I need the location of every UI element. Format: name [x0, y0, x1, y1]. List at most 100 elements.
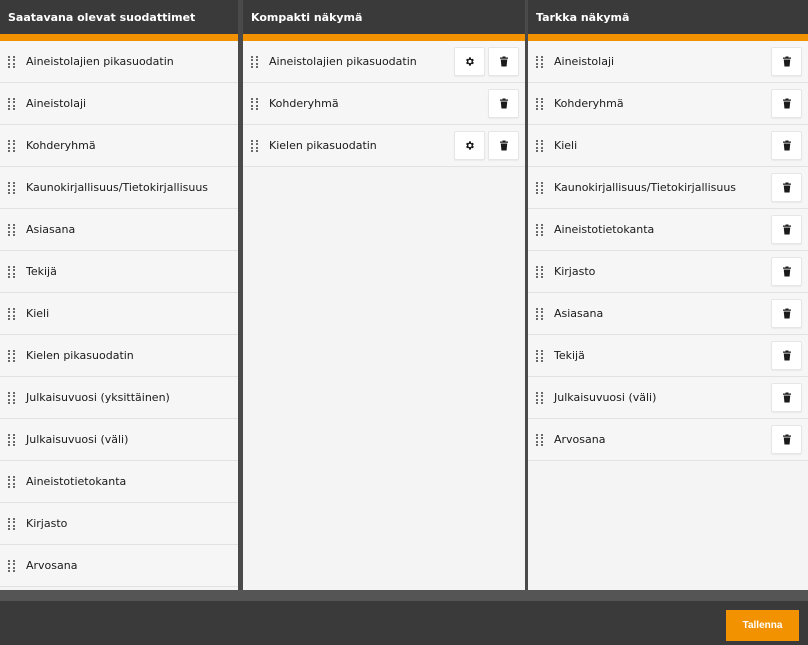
available-filters-header: Saatavana olevat suodattimet — [0, 0, 238, 41]
filter-item[interactable]: Julkaisuvuosi (väli) — [528, 377, 808, 419]
drag-handle-icon[interactable] — [8, 223, 18, 236]
filter-item[interactable]: Kielen pikasuodatin — [243, 125, 525, 167]
trash-icon — [782, 434, 792, 445]
filter-item[interactable]: Kaunokirjallisuus/Tietokirjallisuus — [0, 167, 238, 209]
drag-handle-icon[interactable] — [536, 265, 546, 278]
filter-item[interactable]: Kirjasto — [528, 251, 808, 293]
trash-icon — [782, 224, 792, 235]
drag-handle-icon[interactable] — [251, 139, 261, 152]
drag-handle-icon[interactable] — [8, 559, 18, 572]
filter-item[interactable]: Kirjasto — [0, 503, 238, 545]
drag-handle-icon[interactable] — [536, 97, 546, 110]
filter-item[interactable]: Kieli — [528, 125, 808, 167]
drag-handle-icon[interactable] — [8, 475, 18, 488]
filter-item-label: Julkaisuvuosi (yksittäinen) — [26, 391, 170, 404]
drag-handle-icon[interactable] — [536, 433, 546, 446]
filter-item-label: Asiasana — [26, 223, 76, 236]
delete-button[interactable] — [771, 215, 802, 244]
compact-view-column: Kompakti näkymä Aineistolajien pikasuoda… — [243, 0, 525, 590]
compact-view-header: Kompakti näkymä — [243, 0, 525, 41]
compact-view-list: Aineistolajien pikasuodatin Kohderyhmä Kie… — [243, 41, 525, 590]
filter-item[interactable]: Kielen pikasuodatin — [0, 335, 238, 377]
drag-handle-icon[interactable] — [8, 139, 18, 152]
drag-handle-icon[interactable] — [8, 181, 18, 194]
drag-handle-icon[interactable] — [536, 307, 546, 320]
delete-button[interactable] — [488, 131, 519, 160]
settings-button[interactable] — [454, 47, 485, 76]
filter-item[interactable]: Kohderyhmä — [528, 83, 808, 125]
filter-item-label: Tekijä — [26, 265, 57, 278]
delete-button[interactable] — [488, 47, 519, 76]
filter-item-label: Asiasana — [554, 307, 604, 320]
drag-handle-icon[interactable] — [536, 55, 546, 68]
available-filters-column: Saatavana olevat suodattimet Aineistolaj… — [0, 0, 238, 590]
filter-item[interactable]: Kaunokirjallisuus/Tietokirjallisuus — [528, 167, 808, 209]
drag-handle-icon[interactable] — [536, 223, 546, 236]
drag-handle-icon[interactable] — [536, 181, 546, 194]
filter-item[interactable]: Tekijä — [528, 335, 808, 377]
filter-item[interactable]: Asiasana — [0, 209, 238, 251]
drag-handle-icon[interactable] — [536, 391, 546, 404]
filter-item-label: Kieli — [554, 139, 578, 152]
filter-item[interactable]: Julkaisuvuosi (väli) — [0, 419, 238, 461]
drag-handle-icon[interactable] — [8, 517, 18, 530]
settings-button[interactable] — [454, 131, 485, 160]
filter-item[interactable]: Aineistotietokanta — [528, 209, 808, 251]
filter-item[interactable]: Aineistolajien pikasuodatin — [0, 41, 238, 83]
drag-handle-icon[interactable] — [536, 139, 546, 152]
delete-button[interactable] — [771, 257, 802, 286]
filter-item[interactable]: Tekijä — [0, 251, 238, 293]
delete-button[interactable] — [771, 425, 802, 454]
filter-item-label: Kirjasto — [554, 265, 596, 278]
filter-item-label: Julkaisuvuosi (väli) — [554, 391, 657, 404]
delete-button[interactable] — [771, 383, 802, 412]
drag-handle-icon[interactable] — [536, 349, 546, 362]
filter-item[interactable]: Julkaisuvuosi (yksittäinen) — [0, 377, 238, 419]
delete-button[interactable] — [771, 89, 802, 118]
filter-item-label: Kielen pikasuodatin — [26, 349, 134, 362]
drag-handle-icon[interactable] — [8, 433, 18, 446]
filter-item-label: Aineistolaji — [26, 97, 87, 110]
delete-button[interactable] — [771, 47, 802, 76]
filter-item[interactable]: Arvosana — [0, 545, 238, 587]
trash-icon — [782, 350, 792, 361]
drag-handle-icon[interactable] — [251, 55, 261, 68]
drag-handle-icon[interactable] — [251, 97, 261, 110]
detailed-view-list: Aineistolaji Kohderyhmä Kieli Kaunokirjalli… — [528, 41, 808, 590]
filter-item-label: Aineistolajien pikasuodatin — [26, 55, 174, 68]
drag-handle-icon[interactable] — [8, 265, 18, 278]
filter-item[interactable]: Aineistolaji — [528, 41, 808, 83]
trash-icon — [499, 140, 509, 151]
filter-item-label: Aineistotietokanta — [554, 223, 655, 236]
trash-icon — [782, 308, 792, 319]
filter-item[interactable]: Aineistotietokanta — [0, 461, 238, 503]
filter-item-label: Aineistolajien pikasuodatin — [269, 55, 417, 68]
delete-button[interactable] — [771, 131, 802, 160]
delete-button[interactable] — [771, 299, 802, 328]
filter-item[interactable]: Arvosana — [528, 419, 808, 461]
save-button[interactable]: Tallenna — [726, 610, 799, 641]
filter-item-label: Kohderyhmä — [554, 97, 624, 110]
filter-item[interactable]: Asiasana — [528, 293, 808, 335]
trash-icon — [499, 56, 509, 67]
filter-item[interactable]: Aineistolajien pikasuodatin — [243, 41, 525, 83]
filter-item[interactable]: Aineistolaji — [0, 83, 238, 125]
delete-button[interactable] — [771, 173, 802, 202]
drag-handle-icon[interactable] — [8, 307, 18, 320]
filter-item-label: Kohderyhmä — [269, 97, 339, 110]
filter-item-label: Tekijä — [554, 349, 585, 362]
filter-item-label: Kieli — [26, 307, 50, 320]
drag-handle-icon[interactable] — [8, 55, 18, 68]
trash-icon — [782, 266, 792, 277]
trash-icon — [782, 98, 792, 109]
columns-container: Saatavana olevat suodattimet Aineistolaj… — [0, 0, 808, 590]
drag-handle-icon[interactable] — [8, 349, 18, 362]
filter-item-label: Kaunokirjallisuus/Tietokirjallisuus — [554, 181, 737, 194]
drag-handle-icon[interactable] — [8, 391, 18, 404]
filter-item[interactable]: Kohderyhmä — [243, 83, 525, 125]
filter-item[interactable]: Kieli — [0, 293, 238, 335]
delete-button[interactable] — [488, 89, 519, 118]
delete-button[interactable] — [771, 341, 802, 370]
drag-handle-icon[interactable] — [8, 97, 18, 110]
filter-item[interactable]: Kohderyhmä — [0, 125, 238, 167]
